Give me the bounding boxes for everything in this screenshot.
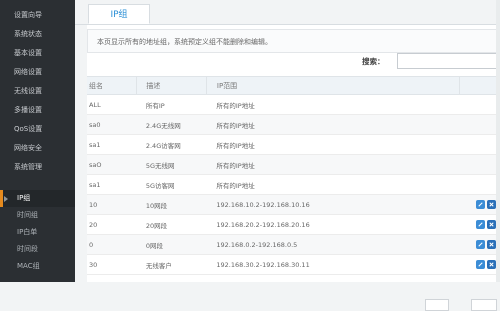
- cell-actions: [459, 194, 500, 215]
- column-header-name[interactable]: 组名: [87, 76, 138, 95]
- cell-group-name: 20: [87, 214, 137, 235]
- tab-ip-group[interactable]: IP组: [88, 4, 150, 24]
- cell-ip-range: 所有的IP地址: [206, 174, 460, 195]
- edit-icon[interactable]: [475, 220, 485, 229]
- cell-group-name: 10: [87, 194, 137, 215]
- edit-icon[interactable]: [475, 240, 485, 249]
- cell-ip-range: 192.168.0.2-192.168.0.5: [206, 234, 460, 255]
- cell-actions: [459, 94, 500, 115]
- sidebar-item-network-security[interactable]: 网络安全: [0, 139, 75, 158]
- table-row: 30 无线客户 192.168.30.2-192.168.30.11: [87, 254, 500, 275]
- cell-group-name: sa1: [87, 174, 137, 195]
- cell-description: 5G访客网: [136, 174, 207, 195]
- cell-group-name: saO: [87, 154, 137, 175]
- table-row: saO 5G无线网 所有的IP地址: [87, 154, 500, 175]
- column-header-ip-range[interactable]: IP范围: [206, 76, 461, 95]
- cell-ip-range: 192.168.30.2-192.168.30.11: [206, 254, 460, 275]
- cell-ip-range: 所有的IP地址: [206, 134, 460, 155]
- delete-icon[interactable]: [486, 260, 496, 269]
- cell-description: 无线客户: [136, 254, 207, 275]
- table-row: 0 0网段 192.168.0.2-192.168.0.5: [87, 234, 500, 255]
- cell-actions: [459, 134, 500, 155]
- sidebar-item-basic-settings[interactable]: 基本设置: [0, 44, 75, 63]
- cell-ip-range: 所有的IP地址: [206, 114, 460, 135]
- table-row: sa1 5G访客网 所有的IP地址: [87, 174, 500, 195]
- sidebar: 设置向导 系统状态 基本设置 网络设置 无线设置 多播设置 QoS设置 网络安全…: [0, 0, 75, 282]
- cell-description: 0网段: [136, 234, 207, 255]
- pagination-next-button[interactable]: [471, 299, 497, 311]
- cell-description: 20网段: [136, 214, 207, 235]
- table-row: 20 20网段 192.168.20.2-192.168.20.16: [87, 214, 500, 235]
- sidebar-item-setup-wizard[interactable]: 设置向导: [0, 6, 75, 25]
- sidebar-item-mac-group[interactable]: MAC组: [0, 258, 75, 275]
- cell-actions: [459, 154, 500, 175]
- cell-group-name: ALL: [87, 94, 137, 115]
- cell-group-name: sa1: [87, 134, 137, 155]
- delete-icon[interactable]: [486, 220, 496, 229]
- delete-icon[interactable]: [486, 200, 496, 209]
- cell-group-name: 30: [87, 254, 137, 275]
- scrollbar[interactable]: [496, 0, 500, 282]
- edit-icon[interactable]: [475, 200, 485, 209]
- cell-group-name: sa0: [87, 114, 137, 135]
- cell-actions: [459, 174, 500, 195]
- tab-bar: IP组: [75, 0, 500, 25]
- cell-description: 10网段: [136, 194, 207, 215]
- search-label: 搜索：: [362, 57, 385, 66]
- sidebar-item-wireless-settings[interactable]: 无线设置: [0, 82, 75, 101]
- table-row: sa0 2.4G无线网 所有的IP地址: [87, 114, 500, 135]
- sidebar-item-ip-group[interactable]: IP组: [0, 190, 75, 207]
- notice-banner: 本页显示所有的地址组，系统预定义组不能删除和编辑。: [87, 29, 500, 53]
- cell-actions: [459, 254, 500, 275]
- cell-actions: [459, 214, 500, 235]
- sidebar-item-network-settings[interactable]: 网络设置: [0, 63, 75, 82]
- main-area: IP组 本页显示所有的地址组，系统预定义组不能删除和编辑。 搜索： 组名 描述 …: [75, 0, 500, 311]
- sidebar-item-time-period[interactable]: 时间段: [0, 241, 75, 258]
- column-header-description[interactable]: 描述: [136, 76, 207, 95]
- sidebar-item-time-group[interactable]: 时间组: [0, 207, 75, 224]
- sidebar-item-system-status[interactable]: 系统状态: [0, 25, 75, 44]
- sidebar-item-qos-settings[interactable]: QoS设置: [0, 120, 75, 139]
- delete-icon[interactable]: [486, 240, 496, 249]
- content-panel: 本页显示所有的地址组，系统预定义组不能删除和编辑。 搜索： 组名 描述 IP范围…: [87, 25, 500, 311]
- ip-group-table: 组名 描述 IP范围 ALL 所有IP 所有的IP地址 sa0 2.4G无线网 …: [87, 76, 500, 275]
- table-header-row: 组名 描述 IP范围: [87, 76, 500, 95]
- table-row: 10 10网段 192.168.10.2-192.168.10.16: [87, 194, 500, 215]
- cell-actions: [459, 114, 500, 135]
- cell-group-name: 0: [87, 234, 137, 255]
- column-header-actions: [459, 76, 500, 95]
- cell-ip-range: 所有的IP地址: [206, 94, 460, 115]
- pagination-prev-button[interactable]: [425, 299, 449, 311]
- sidebar-submenu: IP组 时间组 IP白单 时间段 MAC组: [0, 190, 75, 275]
- cell-description: 2.4G无线网: [136, 114, 207, 135]
- table-row: sa1 2.4G访客网 所有的IP地址: [87, 134, 500, 155]
- cell-actions: [459, 234, 500, 255]
- cell-ip-range: 192.168.10.2-192.168.10.16: [206, 194, 460, 215]
- cell-ip-range: 192.168.20.2-192.168.20.16: [206, 214, 460, 235]
- cell-description: 2.4G访客网: [136, 134, 207, 155]
- table-row: ALL 所有IP 所有的IP地址: [87, 94, 500, 115]
- edit-icon[interactable]: [475, 260, 485, 269]
- sidebar-item-ip-whitelist[interactable]: IP白单: [0, 224, 75, 241]
- sidebar-item-system-management[interactable]: 系统管理: [0, 158, 75, 177]
- sidebar-item-multicast-settings[interactable]: 多播设置: [0, 101, 75, 120]
- expand-arrow-icon: [4, 196, 8, 202]
- search-input[interactable]: [397, 53, 500, 69]
- sidebar-menu: 设置向导 系统状态 基本设置 网络设置 无线设置 多播设置 QoS设置 网络安全…: [0, 0, 75, 177]
- cell-ip-range: 所有的IP地址: [206, 154, 460, 175]
- cell-description: 5G无线网: [136, 154, 207, 175]
- cell-description: 所有IP: [136, 94, 207, 115]
